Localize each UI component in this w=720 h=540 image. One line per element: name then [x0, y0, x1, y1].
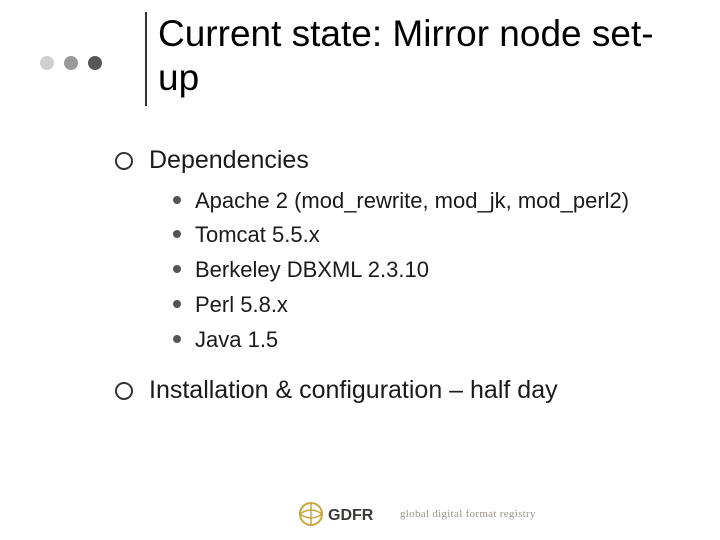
bullet-dependencies: Dependencies: [115, 144, 680, 178]
bullet-label: Dependencies: [149, 144, 680, 178]
decorative-dots: [40, 56, 102, 70]
list-item: Tomcat 5.5.x: [173, 220, 680, 250]
ring-bullet-icon: [115, 382, 133, 400]
list-item-text: Berkeley DBXML 2.3.10: [195, 255, 680, 285]
disc-bullet-icon: [173, 265, 181, 273]
disc-bullet-icon: [173, 196, 181, 204]
gdfr-logo-icon: GDFR: [298, 500, 390, 528]
vertical-rule: [145, 12, 147, 106]
list-item-text: Perl 5.8.x: [195, 290, 680, 320]
slide: Current state: Mirror node set-up Depend…: [0, 0, 720, 540]
dot-1: [40, 56, 54, 70]
dot-3: [88, 56, 102, 70]
footer-logo: GDFR global digital format registry: [298, 500, 536, 528]
ring-bullet-icon: [115, 152, 133, 170]
dot-2: [64, 56, 78, 70]
list-item: Java 1.5: [173, 325, 680, 355]
list-item: Apache 2 (mod_rewrite, mod_jk, mod_perl2…: [173, 186, 680, 216]
logo-acronym: GDFR: [328, 507, 374, 524]
disc-bullet-icon: [173, 300, 181, 308]
slide-header: Current state: Mirror node set-up: [40, 8, 690, 108]
list-item: Perl 5.8.x: [173, 290, 680, 320]
list-item-text: Tomcat 5.5.x: [195, 220, 680, 250]
bullet-label: Installation & configuration – half day: [149, 374, 680, 408]
bullet-installation: Installation & configuration – half day: [115, 374, 680, 408]
dependencies-list: Apache 2 (mod_rewrite, mod_jk, mod_perl2…: [173, 186, 680, 354]
list-item-text: Apache 2 (mod_rewrite, mod_jk, mod_perl2…: [195, 186, 680, 216]
footer-text: global digital format registry: [400, 508, 536, 520]
disc-bullet-icon: [173, 230, 181, 238]
slide-title: Current state: Mirror node set-up: [158, 12, 690, 99]
list-item-text: Java 1.5: [195, 325, 680, 355]
slide-body: Dependencies Apache 2 (mod_rewrite, mod_…: [115, 130, 680, 414]
disc-bullet-icon: [173, 335, 181, 343]
list-item: Berkeley DBXML 2.3.10: [173, 255, 680, 285]
